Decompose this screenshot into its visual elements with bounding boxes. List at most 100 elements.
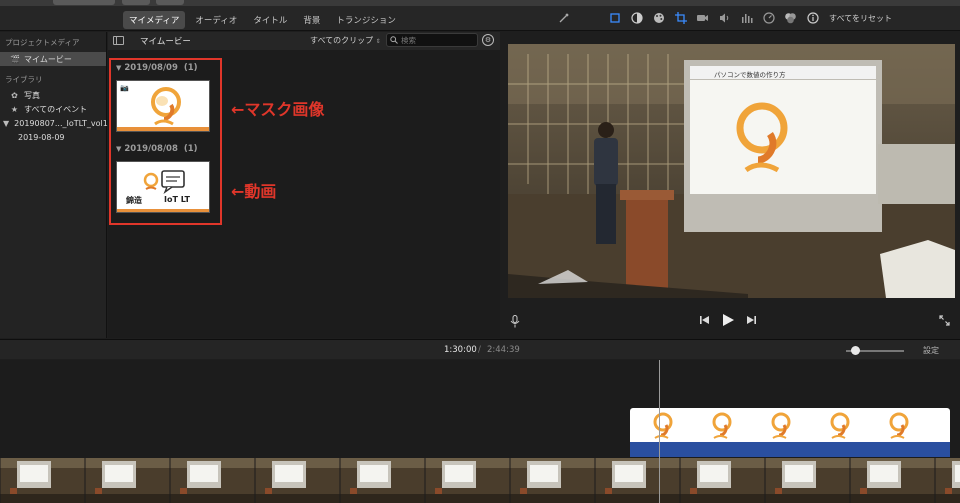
event-group-header[interactable]: ▼ 2019/08/09 (1) (116, 63, 198, 73)
video-frame (508, 44, 955, 298)
title-strip-button[interactable] (53, 0, 115, 5)
browser-settings-icon[interactable]: ⚙ (482, 34, 494, 46)
search-field[interactable] (386, 33, 478, 47)
filmstrip-frame (509, 458, 595, 503)
tab-transitions[interactable]: トランジション (330, 11, 402, 29)
event-date: 2019/08/08 (124, 144, 178, 154)
library-heading: ライブラリ (5, 75, 43, 84)
media-tabs: マイメディア オーディオ タイトル 背景 トランジション (123, 11, 402, 29)
sidebar-item-my-movie[interactable]: 🎬 マイムービー (0, 52, 106, 66)
video-preview[interactable]: パソコンで数値の作り方 (508, 44, 955, 298)
sidebar-item-library[interactable]: ▼ 20190807..._IoTLT_vol1 (0, 116, 108, 130)
zoom-slider-knob[interactable] (851, 346, 860, 355)
reset-all-button[interactable]: すべてをリセット (829, 13, 892, 24)
thumbnail-underline (117, 127, 209, 131)
timeline-settings-button[interactable]: 設定 (923, 345, 939, 356)
current-timecode: 1:30:00 (444, 345, 477, 355)
filmstrip-frame (169, 458, 255, 503)
search-input[interactable] (401, 34, 471, 46)
main-video-clip[interactable] (0, 458, 960, 503)
search-icon (390, 36, 398, 44)
timeline[interactable] (0, 360, 960, 503)
microphone-icon[interactable] (510, 315, 520, 331)
equalizer-icon[interactable] (739, 11, 754, 25)
tab-my-media[interactable]: マイメディア (123, 11, 186, 29)
thumbnail-underline (117, 209, 209, 212)
tab-titles[interactable]: タイトル (247, 11, 293, 29)
video-clip-thumbnail[interactable]: 錦造 IoT LT (116, 161, 210, 213)
adjustment-bar: すべてをリセット (556, 11, 892, 25)
sidebar-item-label: すべてのイベント (24, 104, 88, 114)
overlay-clip-audio-bar[interactable] (630, 442, 950, 457)
sidebar-item-photos[interactable]: ✿ 写真 (0, 88, 106, 102)
thumbnail-caption-left: 錦造 (126, 196, 142, 205)
filmstrip-frame (934, 458, 960, 503)
playback-controls (501, 312, 960, 334)
volume-icon[interactable] (717, 11, 732, 25)
sidebar-item-all-events[interactable]: ★ すべてのイベント (0, 102, 106, 116)
info-icon[interactable] (805, 11, 820, 25)
clip-filter-select[interactable]: すべてのクリップ ⇕ (310, 35, 381, 46)
disclosure-triangle-icon[interactable]: ▼ (3, 119, 9, 128)
playhead[interactable] (659, 360, 660, 503)
star-icon: ★ (10, 104, 19, 114)
thumbnail-caption-right: IoT LT (164, 195, 190, 204)
title-strip-button[interactable] (122, 0, 150, 5)
top-toolbar: マイメディア オーディオ タイトル 背景 トランジション すべてをリセット (0, 6, 960, 31)
filter-icon[interactable] (783, 11, 798, 25)
skip-forward-icon[interactable] (746, 315, 757, 328)
event-date: 2019/08/09 (124, 63, 178, 73)
crop-frame-icon[interactable] (607, 11, 622, 25)
filmstrip-frame (679, 458, 765, 503)
event-group-header[interactable]: ▼ 2019/08/08 (1) (116, 144, 198, 154)
disclosure-triangle-icon: ▼ (116, 145, 122, 153)
filmstrip-frame (764, 458, 850, 503)
clip-filter-label: すべてのクリップ (310, 36, 374, 45)
skip-back-icon[interactable] (699, 315, 710, 328)
title-strip-button[interactable] (156, 0, 184, 5)
filmstrip-frame (339, 458, 425, 503)
event-count: (1) (183, 63, 198, 73)
project-media-heading: プロジェクトメディア (5, 38, 80, 47)
filmstrip-frame (594, 458, 680, 503)
sidebar-toggle-icon[interactable] (113, 36, 124, 45)
timecode-separator: / (478, 345, 481, 355)
magic-wand-icon[interactable] (556, 11, 571, 25)
tab-audio[interactable]: オーディオ (189, 11, 243, 29)
sidebar-item-label: マイムービー (24, 54, 72, 64)
sidebar-item-event[interactable]: 2019-08-09 (0, 130, 106, 144)
total-duration: 2:44:39 (487, 345, 520, 355)
tab-backgrounds[interactable]: 背景 (297, 11, 326, 29)
color-palette-icon[interactable] (651, 11, 666, 25)
viewer-pane: パソコンで数値の作り方 (501, 32, 960, 338)
media-browser: マイムービー すべてのクリップ ⇕ ⚙ ▼ 2019/08/09 (1) 📷 ▼… (108, 32, 500, 338)
main-clip-filmstrip (0, 458, 960, 503)
play-icon[interactable] (722, 313, 735, 330)
disclosure-triangle-icon: ▼ (116, 64, 122, 72)
color-balance-icon[interactable] (629, 11, 644, 25)
stabilization-camera-icon[interactable] (695, 11, 710, 25)
mask-image-thumbnail[interactable]: 📷 (116, 80, 210, 132)
browser-header: マイムービー すべてのクリップ ⇕ ⚙ (108, 32, 500, 50)
annotation-mask-image: ←マスク画像 (231, 100, 325, 119)
updown-chevron-icon: ⇕ (375, 38, 381, 45)
filmstrip-frame (0, 458, 85, 503)
photos-flower-icon: ✿ (11, 90, 18, 100)
filmstrip-frame (254, 458, 340, 503)
filmstrip-frame (84, 458, 170, 503)
annotation-video: ←動画 (231, 182, 277, 201)
filmstrip-frame (424, 458, 510, 503)
speedometer-icon[interactable] (761, 11, 776, 25)
crop-icon[interactable] (673, 11, 688, 25)
fullscreen-icon[interactable] (939, 315, 950, 329)
logo-frame (653, 412, 673, 439)
iot-logo-icon (151, 87, 181, 126)
browser-title: マイムービー (140, 37, 191, 47)
clapper-icon: 🎬 (10, 54, 20, 64)
timeline-header: 1:30:00 / 2:44:39 設定 (0, 339, 960, 359)
libraries-sidebar: プロジェクトメディア 🎬 マイムービー ライブラリ ✿ 写真 ★ すべてのイベン… (0, 32, 108, 338)
filmstrip-frame (849, 458, 935, 503)
slide-header-text: パソコンで数値の作り方 (714, 71, 786, 79)
sidebar-item-label: 写真 (24, 90, 40, 100)
event-count: (1) (183, 144, 198, 154)
